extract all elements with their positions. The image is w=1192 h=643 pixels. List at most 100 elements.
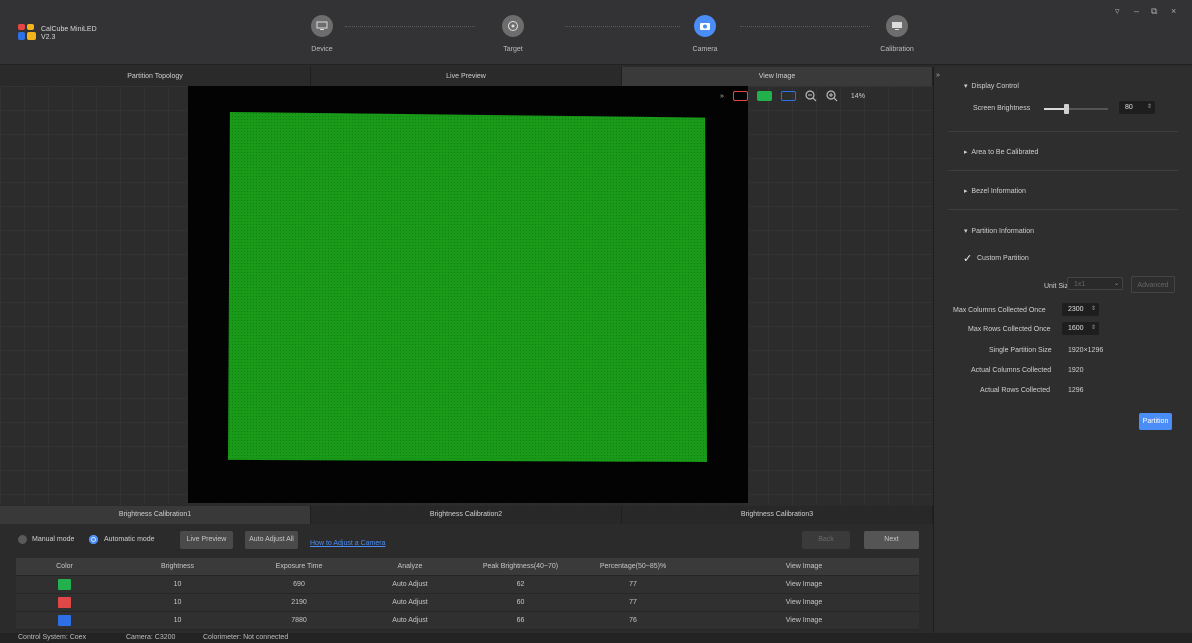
spinner-icon[interactable]: ⇕ [1091,322,1096,335]
auto-adjust-button[interactable]: Auto Adjust [356,594,464,611]
back-button[interactable]: Back [802,531,850,549]
divider [948,209,1178,210]
status-bar: Control System: Coex Camera: C3200 Color… [0,633,1192,643]
header-view-image: View Image [785,563,823,570]
tab-brightness-calibration-2[interactable]: Brightness Calibration2 [311,506,622,524]
blue-swatch [58,614,71,626]
actual-columns-label: Actual Columns Collected [971,367,1052,374]
actual-rows-label: Actual Rows Collected [980,387,1051,394]
screen-brightness-input[interactable]: 80 ⇕ [1119,101,1155,114]
partition-info-section[interactable]: ▾ Partition Information [964,227,1034,235]
unit-size-select[interactable]: 1x1 ⌄ [1067,277,1123,290]
step-target-label: Target [503,46,523,53]
area-label: Area to Be Calibrated [971,149,1039,156]
tab-brightness-calibration-3[interactable]: Brightness Calibration3 [622,506,933,524]
partition-button[interactable]: Partition [1139,413,1172,430]
header-color: Color [56,563,73,570]
step-calibration[interactable]: Calibration [867,15,927,53]
brightness-cell: 10 [173,581,182,588]
captured-green-panel [228,112,707,462]
max-rows-label: Max Rows Collected Once [968,326,1051,333]
auto-adjust-button[interactable]: Auto Adjust [356,576,464,593]
tab-brightness-calibration-1[interactable]: Brightness Calibration1 [0,506,311,524]
single-partition-size-label: Single Partition Size [989,347,1052,354]
actual-columns-value: 1920 [1068,367,1084,374]
red-swatch [58,596,71,608]
caret-right-icon: ▸ [964,188,968,195]
slider-handle[interactable] [1064,104,1070,114]
dropdown-icon[interactable]: ▿ [1115,6,1120,17]
auto-adjust-all-button[interactable]: Auto Adjust All [245,531,298,549]
app-title: CalCube MiniLED V2.3 [41,26,97,42]
advanced-button[interactable]: Advanced [1131,276,1175,293]
exposure-cell[interactable]: 7880 [242,612,356,629]
automatic-mode-radio[interactable] [89,535,98,544]
table-row: 10 7880 Auto Adjust 66 76 View Image [16,612,919,630]
spinner-icon[interactable]: ⇕ [1091,303,1096,316]
color-cell [16,594,113,611]
view-image-link[interactable]: View Image [689,576,919,593]
live-preview-button[interactable]: Live Preview [180,531,233,549]
step-target[interactable]: Target [483,15,543,53]
max-columns-input[interactable]: 2300 ⇕ [1062,303,1099,316]
zoom-out-icon[interactable] [805,90,817,102]
max-rows-input[interactable]: 1600 ⇕ [1062,322,1099,335]
header-percentage: Percentage(50~85)% [599,563,667,570]
app-logo-icon [18,24,36,42]
screen-brightness-label: Screen Brightness [973,105,1031,112]
caret-right-icon: ▸ [964,149,968,156]
tab-view-image[interactable]: View Image [622,67,933,86]
spinner-icon[interactable]: ⇕ [1147,101,1152,114]
zoom-in-icon[interactable] [826,90,838,102]
bezel-section[interactable]: ▸ Bezel Information [964,187,1026,195]
restore-icon[interactable]: ⧉ [1151,6,1157,17]
screen-brightness-slider[interactable] [1044,104,1108,114]
automatic-mode-label: Automatic mode [104,536,155,543]
auto-adjust-button[interactable]: Auto Adjust [356,612,464,629]
chevron-down-icon: ⌄ [1113,281,1119,287]
table-row: 10 690 Auto Adjust 62 77 View Image [16,576,919,594]
exposure-cell[interactable]: 690 [242,576,356,593]
tab-live-preview[interactable]: Live Preview [311,67,622,86]
close-icon[interactable]: × [1171,6,1176,16]
divider [948,131,1178,132]
blue-channel-icon[interactable] [780,91,796,101]
how-to-adjust-camera-link[interactable]: How to Adjust a Camera [310,540,385,547]
max-columns-value: 2300 [1068,306,1084,313]
table-row: 10 2190 Auto Adjust 60 77 View Image [16,594,919,612]
bezel-label: Bezel Information [971,188,1026,195]
view-image-link[interactable]: View Image [689,612,919,629]
single-partition-size-value: 1920×1296 [1068,347,1104,354]
peak-cell: 62 [516,581,525,588]
camera-icon [694,15,716,37]
green-swatch [58,578,71,590]
view-image-link[interactable]: View Image [689,594,919,611]
custom-partition-checkbox[interactable]: ✓ [963,252,972,265]
peak-cell: 60 [516,599,525,606]
red-channel-icon[interactable] [732,91,748,101]
display-control-section[interactable]: ▾ Display Control [964,82,1019,90]
tab-partition-topology[interactable]: Partition Topology [0,67,311,86]
zoom-level: 14% [850,92,865,100]
expand-arrows-icon[interactable]: » [720,93,724,100]
step-device[interactable]: Device [292,15,352,53]
device-icon [311,15,333,37]
percentage-cell: 77 [629,581,637,588]
area-section[interactable]: ▸ Area to Be Calibrated [964,148,1038,156]
next-button[interactable]: Next [864,531,919,549]
header-analyze: Analyze [397,563,423,570]
max-columns-label: Max Columns Collected Once [953,307,1046,314]
divider [948,170,1178,171]
manual-mode-radio[interactable] [18,535,27,544]
exposure-cell[interactable]: 2190 [242,594,356,611]
manual-mode-label: Manual mode [32,536,75,543]
step-connector [345,26,475,28]
step-connector [565,26,680,28]
green-channel-icon[interactable] [756,91,772,101]
max-rows-value: 1600 [1068,325,1084,332]
caret-down-icon: ▾ [964,83,968,90]
step-camera[interactable]: Camera [675,15,735,53]
collapse-panel-icon[interactable]: » [936,72,940,79]
header-peak-brightness: Peak Brightness(40~70) [482,563,559,570]
minimize-icon[interactable]: – [1134,6,1139,16]
